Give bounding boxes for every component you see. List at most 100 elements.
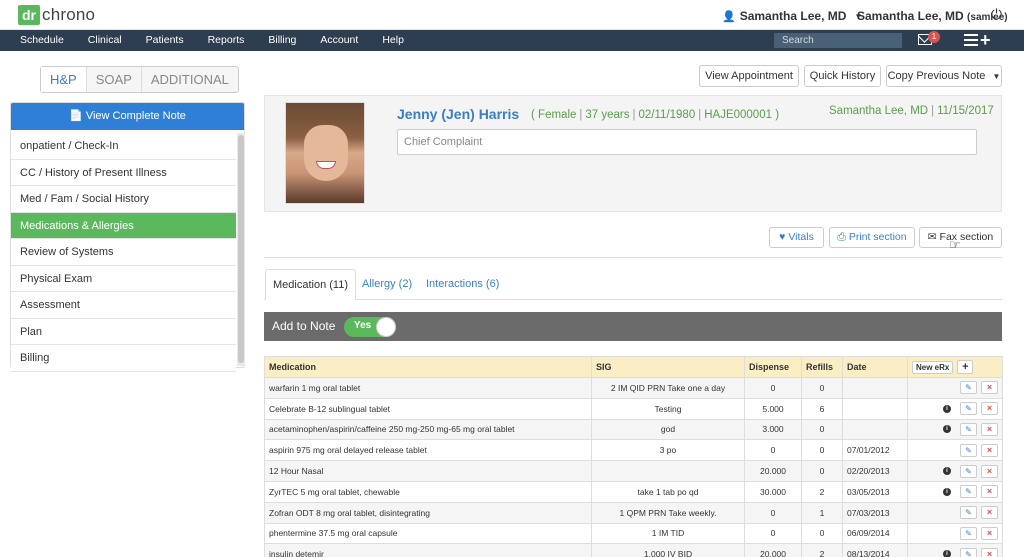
account-name[interactable]: Samantha Lee, MD (samlee) [857,9,1008,23]
delete-icon[interactable]: × [981,547,998,557]
table-row[interactable]: aspirin 975 mg oral delayed release tabl… [264,439,1003,462]
sidebar-item-assessment[interactable]: Assessment [11,292,236,319]
mail-count-badge: 1 [928,31,940,43]
nav-clinical[interactable]: Clinical [76,30,134,51]
info-icon[interactable]: i [943,550,951,557]
col-medication[interactable]: Medication [264,356,592,378]
cell-date [842,377,908,399]
chief-complaint-input[interactable]: Chief Complaint [397,129,977,155]
nav-reports[interactable]: Reports [196,30,257,51]
col-sig[interactable]: SIG [591,356,745,378]
sidebar-item-hpi[interactable]: CC / History of Present Illness [11,159,236,186]
table-row[interactable]: phentermine 37.5 mg oral capsule 1 IM TID… [264,522,1003,545]
delete-icon[interactable]: × [981,506,998,520]
tab-allergy[interactable]: Allergy (2) [355,269,419,300]
edit-icon[interactable]: ✎ [960,547,977,557]
cell-refills: 0 [801,460,843,482]
sidebar-item-check-in[interactable]: onpatient / Check-In [11,133,236,160]
top-bar: dr chrono 👤 Samantha Lee, MD ▼ Samantha … [0,0,1024,30]
add-medication-button[interactable]: + [957,360,974,374]
nav-patients[interactable]: Patients [134,30,196,51]
view-appointment-button[interactable]: View Appointment [699,65,799,87]
cell-dispense: 20.000 [744,543,802,557]
row-actions: i ✎ × [907,543,1003,557]
logo-text: chrono [42,5,96,24]
tab-hp[interactable]: H&P [41,67,87,92]
table-row[interactable]: Celebrate B-12 sublingual tablet Testing 5… [264,397,1003,420]
nav-billing[interactable]: Billing [256,30,308,51]
new-erx-button[interactable]: New eRx [912,361,954,374]
table-row[interactable]: warfarin 1 mg oral tablet 2 IM QID PRN Ta… [264,377,1003,399]
add-to-note-toggle[interactable]: Yes [344,317,396,337]
delete-icon[interactable]: × [981,443,998,457]
edit-icon[interactable]: ✎ [960,485,977,499]
edit-icon[interactable]: ✎ [960,422,977,436]
table-row[interactable]: acetaminophen/aspirin/caffeine 250 mg-25… [264,418,1003,441]
print-section-button[interactable]: ⎙ Print section [829,227,915,248]
edit-icon[interactable]: ✎ [960,443,977,457]
nav-schedule[interactable]: Schedule [8,30,76,51]
patient-name[interactable]: Jenny (Jen) Harris [397,106,519,122]
sidebar-item-physical-exam[interactable]: Physical Exam [11,265,236,292]
table-header-row: Medication SIG Dispense Refills Date New… [264,356,1003,378]
section-list: onpatient / Check-In CC / History of Pre… [11,133,236,372]
sidebar-item-medications-allergies[interactable]: Medications & Allergies [11,212,236,239]
patient-gender: Female [538,109,577,121]
table-row[interactable]: 12 Hour Nasal 20.000 0 02/20/2013 i ✎ × [264,460,1003,482]
nav-account[interactable]: Account [308,30,370,51]
person-icon: 👤 [722,10,736,23]
tab-medication[interactable]: Medication (11) [265,269,356,300]
info-icon[interactable]: i [943,425,951,434]
sidebar-item-plan[interactable]: Plan [11,318,236,345]
power-icon[interactable]: ⏻ [991,6,1002,23]
quick-history-button[interactable]: Quick History [804,65,881,87]
delete-icon[interactable]: × [981,402,998,416]
cell-date: 06/09/2014 [842,522,908,545]
col-date[interactable]: Date [842,356,908,378]
sidebar-item-billing[interactable]: Billing [11,345,236,372]
cell-dispense: 5.000 [744,397,802,420]
toggle-knob [376,317,396,337]
tab-interactions[interactable]: Interactions (6) [419,269,506,300]
edit-icon[interactable]: ✎ [960,506,977,520]
drchrono-logo[interactable]: dr chrono [18,5,95,25]
sidebar-scrollbar[interactable] [237,133,245,366]
info-icon[interactable]: i [943,487,951,496]
copy-previous-note-label: Copy Previous Note [887,70,986,82]
sidebar-item-social-history[interactable]: Med / Fam / Social History [11,186,236,213]
nav-help[interactable]: Help [370,30,416,51]
user-name: Samantha Lee, MD [739,9,847,23]
divider [264,257,1002,258]
cell-sig: 3 po [591,439,745,462]
edit-icon[interactable]: ✎ [960,526,977,540]
search-input[interactable]: Search [774,33,902,48]
vitals-label: Vitals [788,231,814,243]
edit-icon[interactable]: ✎ [960,381,977,395]
table-row[interactable]: insulin detemir 1.000 IV BID 20.000 2 08/13/… [264,543,1003,557]
cell-medication: acetaminophen/aspirin/caffeine 250 mg-25… [264,418,592,441]
sidebar-item-review-of-systems[interactable]: Review of Systems [11,239,236,266]
delete-icon[interactable]: × [981,464,998,478]
plus-icon[interactable]: + [980,30,991,51]
delete-icon[interactable]: × [981,526,998,540]
row-actions: i ✎ × [907,397,1003,420]
user-menu[interactable]: 👤 Samantha Lee, MD ▼ [722,9,862,23]
delete-icon[interactable]: × [981,381,998,395]
vitals-button[interactable]: ♥ Vitals [769,227,824,248]
view-complete-note-button[interactable]: 📄 View Complete Note [11,103,244,130]
table-row[interactable]: ZyrTEC 5 mg oral tablet, chewable take 1 … [264,480,1003,503]
col-dispense[interactable]: Dispense [744,356,802,378]
hamburger-icon[interactable] [964,34,978,46]
col-refills[interactable]: Refills [801,356,843,378]
copy-previous-note-button[interactable]: Copy Previous Note ▼ [886,65,1002,87]
delete-icon[interactable]: × [981,485,998,499]
edit-icon[interactable]: ✎ [960,402,977,416]
edit-icon[interactable]: ✎ [960,464,977,478]
info-icon[interactable]: i [943,404,951,413]
tab-soap[interactable]: SOAP [87,67,142,92]
info-icon[interactable]: i [943,467,951,476]
table-row[interactable]: Zofran ODT 8 mg oral tablet, disintegrat… [264,501,1003,524]
cell-sig: 1 IM TID [591,522,745,545]
delete-icon[interactable]: × [981,422,998,436]
tab-additional[interactable]: ADDITIONAL [142,67,238,92]
